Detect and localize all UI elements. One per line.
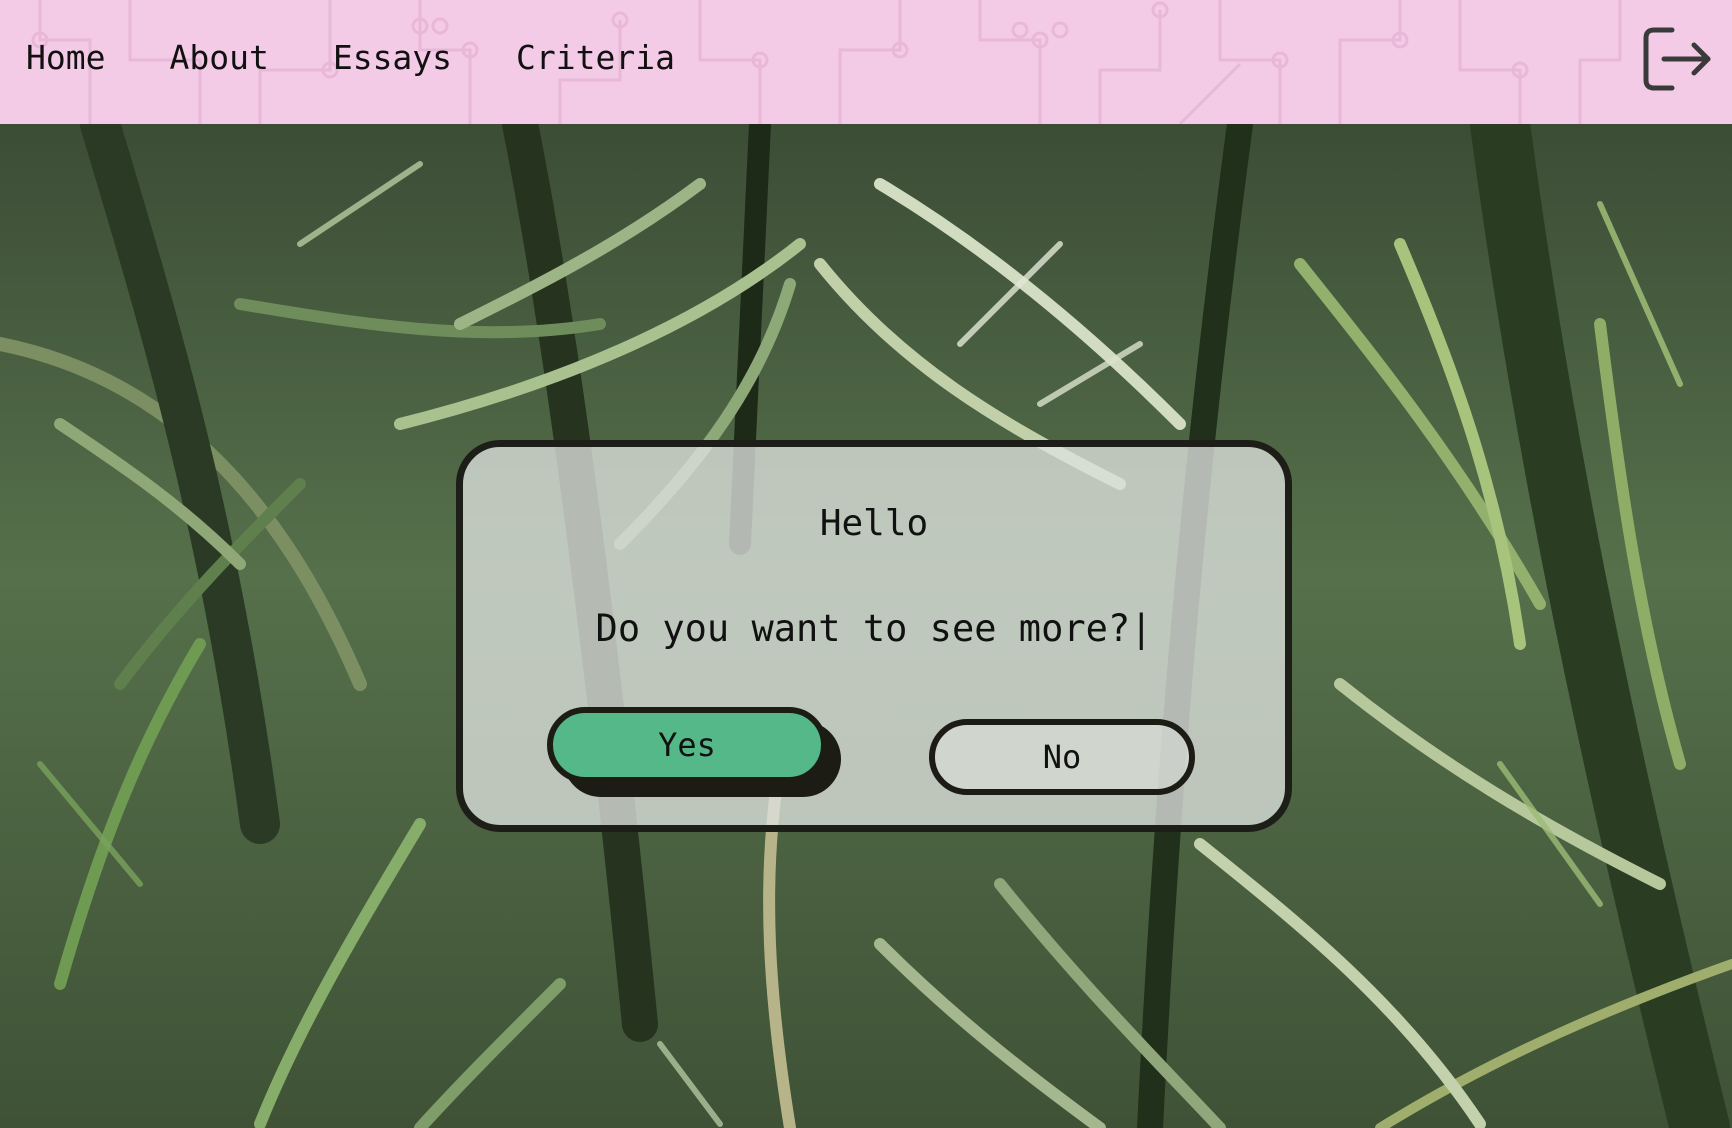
nav-essays[interactable]: Essays bbox=[333, 38, 452, 78]
logout-icon[interactable] bbox=[1642, 26, 1714, 92]
no-button[interactable]: No bbox=[929, 719, 1195, 795]
dialog-title: Hello bbox=[819, 503, 929, 544]
main-nav: Home About Essays Criteria bbox=[26, 38, 739, 78]
confirmation-dialog: Hello Do you want to see more?| Yes No bbox=[456, 440, 1292, 832]
dialog-message: Do you want to see more?| bbox=[595, 607, 1153, 650]
palm-leaves-background: Hello Do you want to see more?| Yes No bbox=[0, 124, 1732, 1128]
nav-home[interactable]: Home bbox=[26, 38, 105, 78]
nav-about[interactable]: About bbox=[169, 38, 268, 78]
yes-button[interactable]: Yes bbox=[547, 707, 827, 783]
nav-criteria[interactable]: Criteria bbox=[516, 38, 675, 78]
top-navigation-bar: Home About Essays Criteria bbox=[0, 0, 1732, 124]
